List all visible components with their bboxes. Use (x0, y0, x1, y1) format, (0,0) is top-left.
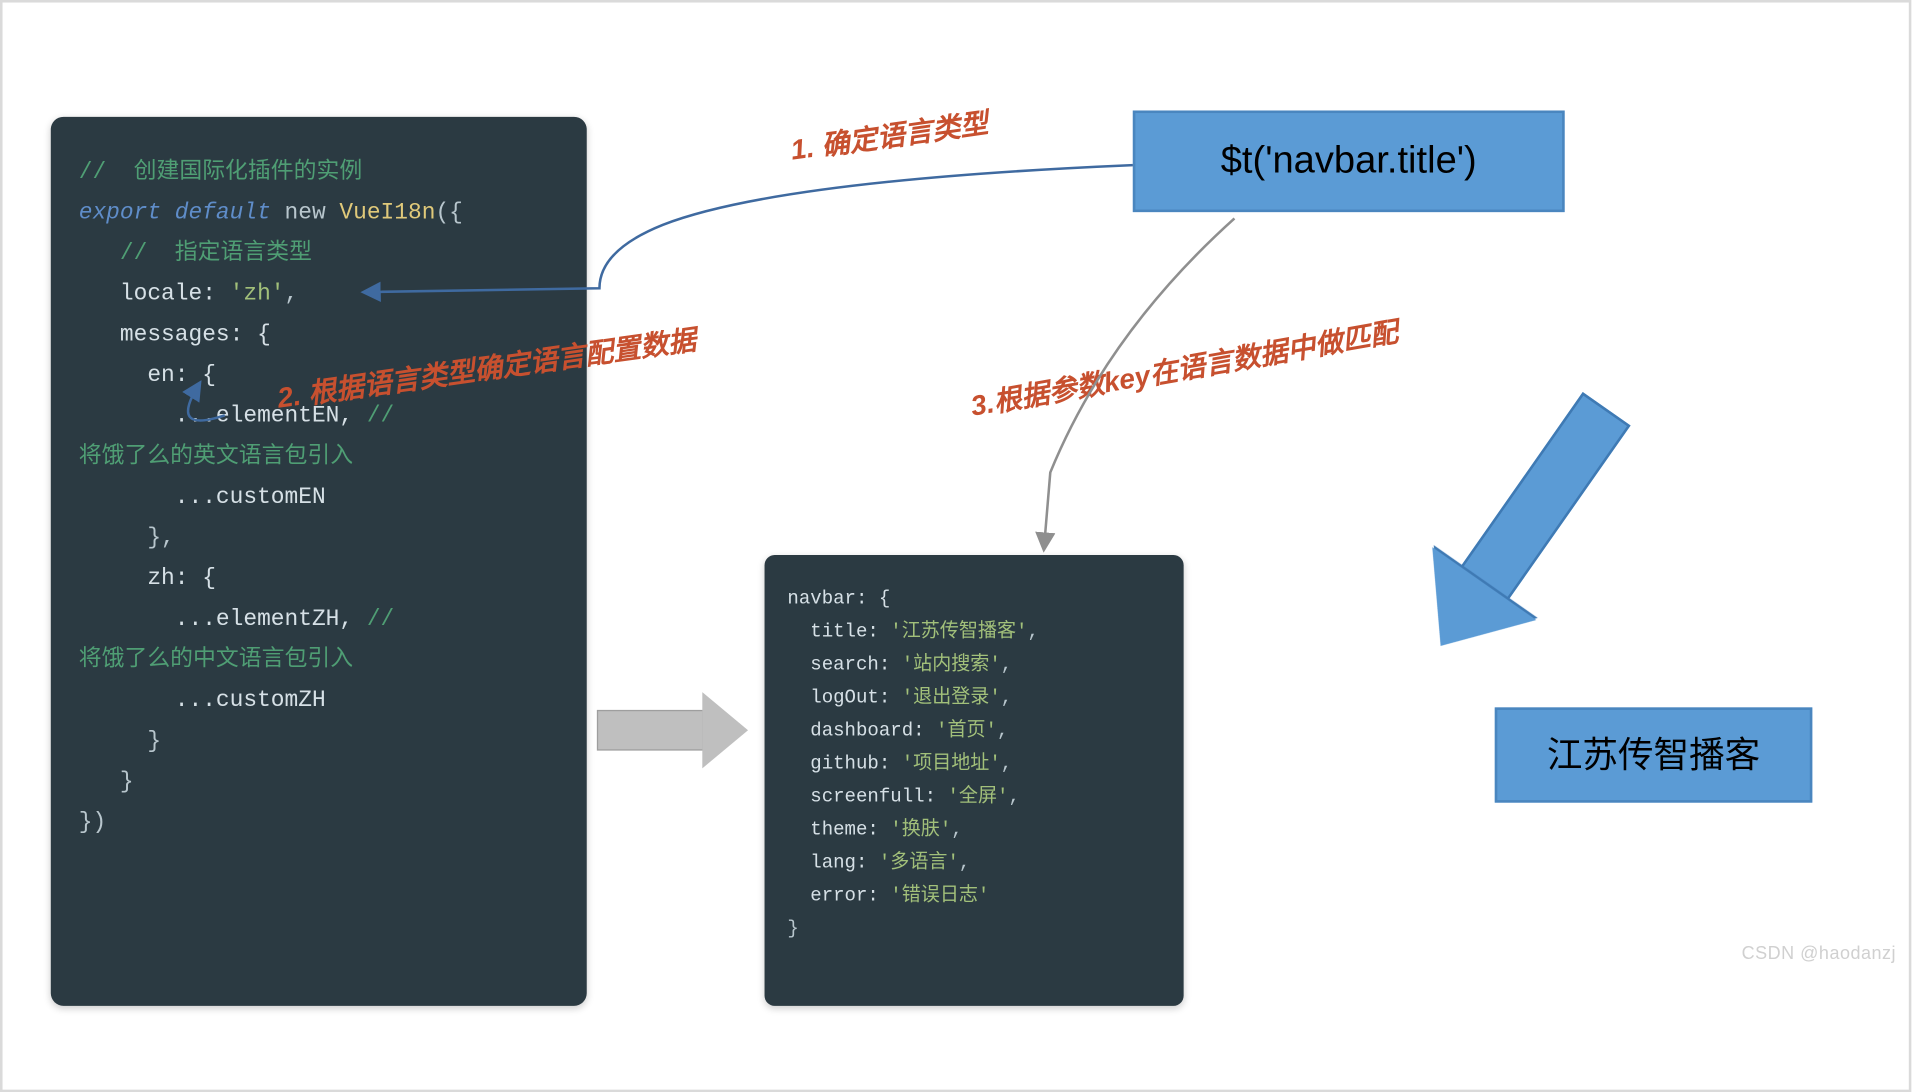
watermark: CSDN @haodanzj (1742, 943, 1896, 964)
punc: , (951, 819, 962, 841)
kw-default: default (161, 201, 271, 226)
expression-box: $t('navbar.title') (1133, 110, 1565, 212)
string-literal: '项目地址' (902, 753, 1001, 775)
code-key: error: (787, 885, 890, 907)
string-literal: '江苏传智播客' (890, 621, 1027, 643)
code-key: title: (787, 621, 890, 643)
string-literal: '站内搜索' (902, 654, 1001, 676)
result-box: 江苏传智播客 (1495, 707, 1813, 802)
step-1-label: 1. 确定语言类型 (789, 109, 990, 164)
code-line: locale: (79, 282, 230, 307)
punc: , (1001, 687, 1012, 709)
code-block-left: // 创建国际化插件的实例 export default new VueI18n… (51, 117, 587, 1006)
code-key: theme: (787, 819, 890, 841)
kw-export: export (79, 201, 161, 226)
punc: , (1008, 786, 1019, 808)
diagram-canvas: // 创建国际化插件的实例 export default new VueI18n… (0, 0, 1911, 1092)
code-line: } (79, 770, 134, 795)
code-comment: // 指定语言类型 (79, 241, 312, 266)
string-literal: '换肤' (890, 819, 951, 841)
code-key: screenfull: (787, 786, 947, 808)
punc: , (1001, 753, 1012, 775)
inline-comment: // (353, 404, 408, 429)
code-line: }, (79, 526, 175, 551)
code-line: }) (79, 810, 106, 835)
code-comment: // 创建国际化插件的实例 (79, 160, 362, 185)
type-name: VueI18n (339, 201, 435, 226)
code-line: } (79, 729, 161, 754)
code-comment: 将饿了么的英文语言包引入 (79, 445, 353, 470)
punc: , (285, 282, 299, 307)
code-key: dashboard: (787, 720, 936, 742)
string-literal: '全屏' (947, 786, 1008, 808)
code-key: lang: (787, 852, 878, 874)
punc: , (997, 720, 1008, 742)
code-line: navbar: { (787, 588, 890, 610)
code-line: zh: { (79, 566, 216, 591)
punc: , (959, 852, 970, 874)
string-literal: 'zh' (230, 282, 285, 307)
code-line: ...customEN (79, 485, 326, 510)
result-text: 江苏传智播客 (1547, 737, 1760, 773)
punc: , (1001, 654, 1012, 676)
string-literal: '退出登录' (902, 687, 1001, 709)
expression-text: $t('navbar.title') (1221, 140, 1477, 183)
punc: ({ (435, 201, 462, 226)
code-key: search: (787, 654, 901, 676)
code-key: logOut: (787, 687, 901, 709)
code-block-right: navbar: { title: '江苏传智播客', search: '站内搜索… (765, 555, 1184, 1006)
punc: , (1027, 621, 1038, 643)
step-3-label: 3.根据参数key在语言数据中做匹配 (969, 318, 1400, 421)
inline-comment: // (353, 607, 408, 632)
kw-new: new (271, 201, 340, 226)
string-literal: '错误日志' (890, 885, 989, 907)
code-line: ...elementZH, (79, 607, 353, 632)
arrow-grey-right (597, 707, 749, 751)
code-line: } (787, 918, 798, 940)
code-line: en: { (79, 363, 216, 388)
code-line: ...customZH (79, 688, 326, 713)
code-key: github: (787, 753, 901, 775)
code-line: messages: { (79, 323, 271, 348)
string-literal: '多语言' (879, 852, 959, 874)
arrow-blue-down (1353, 343, 1701, 703)
string-literal: '首页' (936, 720, 997, 742)
code-comment: 将饿了么的中文语言包引入 (79, 648, 353, 673)
